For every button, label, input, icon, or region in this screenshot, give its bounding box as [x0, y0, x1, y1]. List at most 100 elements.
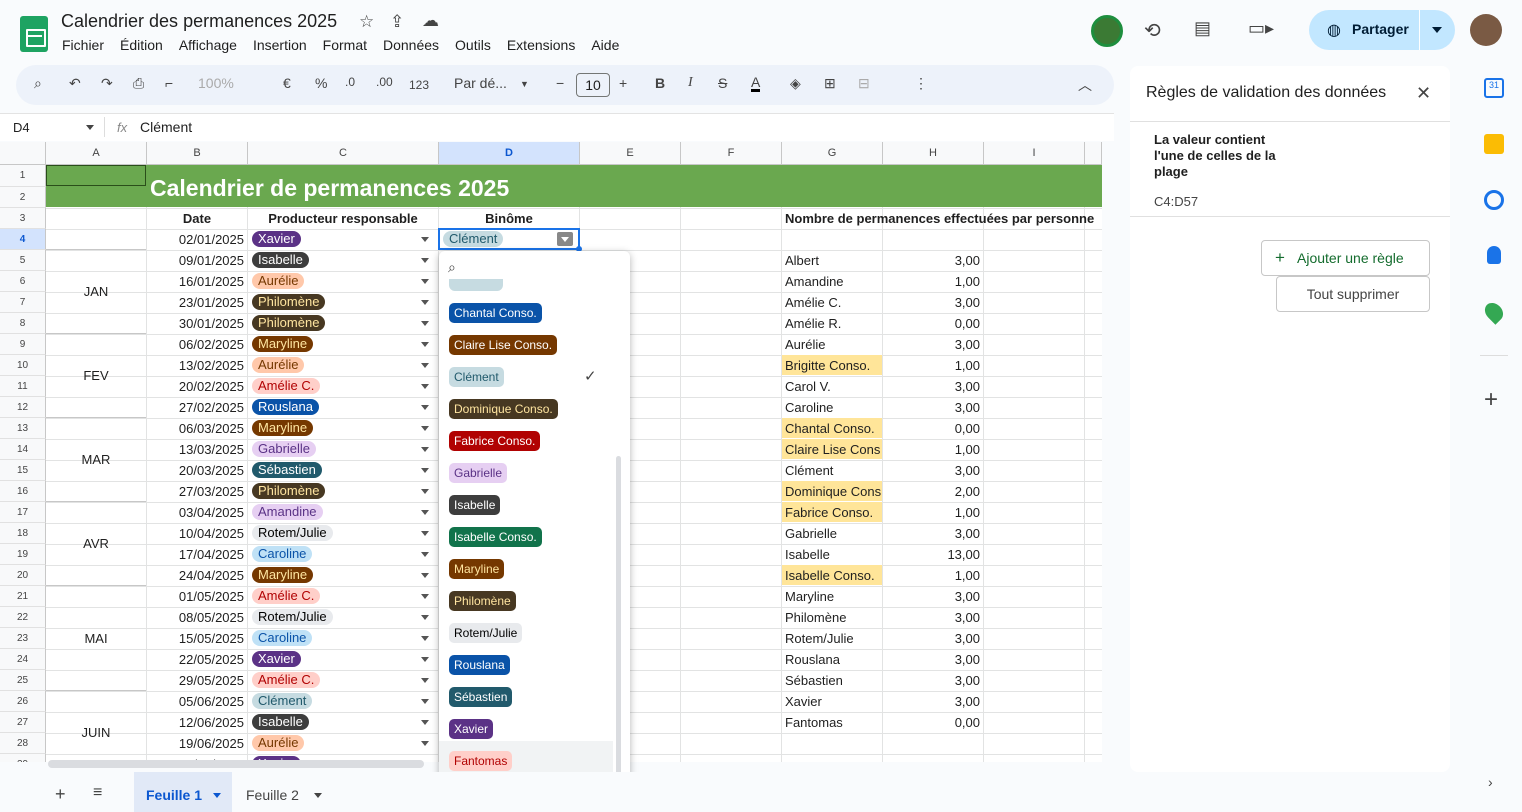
dropdown-option[interactable]: Gabrielle [449, 463, 508, 483]
validation-rule-card[interactable]: La valeur contient l'une de celles de la… [1130, 122, 1450, 216]
date-cell[interactable]: 03/04/2025 [147, 505, 244, 520]
dropdown-arrow-icon[interactable] [421, 573, 429, 578]
row-header[interactable]: 20 [0, 565, 46, 586]
stat-name[interactable]: Caroline [785, 400, 882, 415]
add-sheet-icon[interactable]: + [55, 784, 66, 805]
dropdown-arrow-icon[interactable] [421, 258, 429, 263]
stat-name[interactable]: Rotem/Julie [785, 631, 882, 646]
date-cell[interactable]: 05/06/2025 [147, 694, 244, 709]
producer-cell[interactable]: Xavier [252, 231, 412, 247]
collapse-toolbar-icon[interactable]: ︿ [1078, 75, 1092, 95]
producer-cell[interactable]: Maryline [252, 420, 412, 436]
tab-feuille-2[interactable]: Feuille 2 [234, 772, 330, 812]
person-chip[interactable]: Amélie C. [252, 378, 321, 394]
menu-extensions[interactable]: Extensions [507, 37, 575, 53]
column-header[interactable]: E [580, 142, 681, 165]
stat-count[interactable]: 1,00 [883, 568, 980, 583]
stat-count[interactable]: 3,00 [883, 337, 980, 352]
dropdown-option[interactable]: Isabelle Conso. [449, 527, 542, 547]
stat-name[interactable]: Isabelle Conso. [785, 568, 882, 583]
date-cell[interactable]: 19/06/2025 [147, 736, 244, 751]
dropdown-arrow-icon[interactable] [421, 489, 429, 494]
person-chip[interactable]: Isabelle [252, 714, 309, 730]
person-chip[interactable]: Amandine [252, 504, 323, 520]
stat-count[interactable]: 3,00 [883, 589, 980, 604]
row-header[interactable]: 3 [0, 208, 46, 229]
row-header[interactable]: 19 [0, 544, 46, 565]
date-cell[interactable]: 06/02/2025 [147, 337, 244, 352]
producer-cell[interactable]: Aurélie [252, 273, 412, 289]
row-header[interactable]: 7 [0, 292, 46, 313]
producer-cell[interactable]: Amandine [252, 504, 412, 520]
row-header[interactable]: 21 [0, 586, 46, 607]
popup-scrollbar[interactable] [616, 456, 621, 804]
paint-format-icon[interactable]: ⌐ [165, 75, 173, 91]
currency-button[interactable]: € [283, 75, 291, 91]
column-header[interactable] [1085, 142, 1102, 165]
dropdown-arrow-icon[interactable] [421, 279, 429, 284]
dropdown-option[interactable]: Maryline [449, 559, 505, 579]
menu-aide[interactable]: Aide [591, 37, 619, 53]
date-cell[interactable]: 24/04/2025 [147, 568, 244, 583]
comments-icon[interactable]: ▤ [1194, 18, 1211, 39]
producer-cell[interactable]: Aurélie [252, 735, 412, 751]
dropdown-option[interactable]: Rouslana [449, 655, 510, 675]
date-cell[interactable]: 20/03/2025 [147, 463, 244, 478]
sheets-logo[interactable] [20, 16, 48, 52]
select-all-corner[interactable] [0, 142, 46, 165]
date-cell[interactable]: 23/01/2025 [147, 295, 244, 310]
cloud-status-icon[interactable]: ☁ [422, 11, 439, 31]
search-icon[interactable]: ⌕ [448, 259, 456, 276]
row-header[interactable]: 18 [0, 523, 46, 544]
date-cell[interactable]: 12/06/2025 [147, 715, 244, 730]
add-rule-button[interactable]: + Ajouter une règle [1261, 240, 1430, 276]
stat-count[interactable]: 3,00 [883, 379, 980, 394]
stat-count[interactable]: 1,00 [883, 358, 980, 373]
producer-cell[interactable]: Gabrielle [252, 441, 412, 457]
dropdown-arrow-icon[interactable] [421, 447, 429, 452]
dropdown-arrow-icon[interactable] [421, 678, 429, 683]
stat-count[interactable]: 3,00 [883, 526, 980, 541]
person-chip[interactable]: Rouslana [252, 399, 319, 415]
expand-side-panel-icon[interactable]: › [1488, 774, 1493, 790]
person-chip[interactable]: Philomène [252, 294, 326, 310]
dropdown-option[interactable]: Chantal Conso. [449, 303, 542, 323]
dropdown-option[interactable]: Fabrice Conso. [449, 431, 541, 451]
stat-count[interactable]: 13,00 [883, 547, 980, 562]
stat-count[interactable]: 3,00 [883, 463, 980, 478]
row-header[interactable]: 29 [0, 754, 46, 762]
date-cell[interactable]: 06/03/2025 [147, 421, 244, 436]
stat-name[interactable]: Brigitte Conso. [785, 358, 882, 373]
dropdown-arrow-icon[interactable] [421, 363, 429, 368]
person-chip[interactable]: Rotem/Julie [252, 525, 333, 541]
delete-all-button[interactable]: Tout supprimer [1276, 276, 1430, 312]
text-color-button[interactable]: A [751, 75, 761, 92]
row-header[interactable]: 2 [0, 187, 46, 208]
maps-icon[interactable] [1481, 299, 1507, 325]
print-icon[interactable]: ⎙ [133, 75, 144, 92]
row-header[interactable]: 24 [0, 649, 46, 670]
stat-name[interactable]: Carol V. [785, 379, 882, 394]
person-chip[interactable]: Xavier [252, 651, 301, 667]
stat-name[interactable]: Maryline [785, 589, 882, 604]
decrease-decimal-button[interactable]: .0 [345, 75, 355, 89]
producer-cell[interactable]: Philomène [252, 315, 412, 331]
stat-name[interactable]: Rouslana [785, 652, 882, 667]
row-header[interactable]: 25 [0, 670, 46, 691]
history-icon[interactable]: ⟲ [1144, 18, 1161, 43]
name-box-chevron-icon[interactable] [86, 125, 94, 130]
date-cell[interactable]: 13/02/2025 [147, 358, 244, 373]
person-chip[interactable]: Maryline [252, 420, 314, 436]
menu-affichage[interactable]: Affichage [179, 37, 237, 53]
producer-cell[interactable]: Philomène [252, 483, 412, 499]
dropdown-arrow-icon[interactable] [421, 741, 429, 746]
stat-count[interactable]: 3,00 [883, 673, 980, 688]
stat-name[interactable]: Aurélie [785, 337, 882, 352]
person-chip[interactable]: Aurélie [252, 357, 305, 373]
date-cell[interactable]: 30/01/2025 [147, 316, 244, 331]
tasks-icon[interactable] [1484, 190, 1504, 210]
dropdown-arrow-icon[interactable] [421, 342, 429, 347]
tab-menu-chevron-icon[interactable] [213, 793, 221, 798]
undo-icon[interactable]: ↶ [69, 75, 81, 92]
dropdown-arrow-icon[interactable] [421, 300, 429, 305]
